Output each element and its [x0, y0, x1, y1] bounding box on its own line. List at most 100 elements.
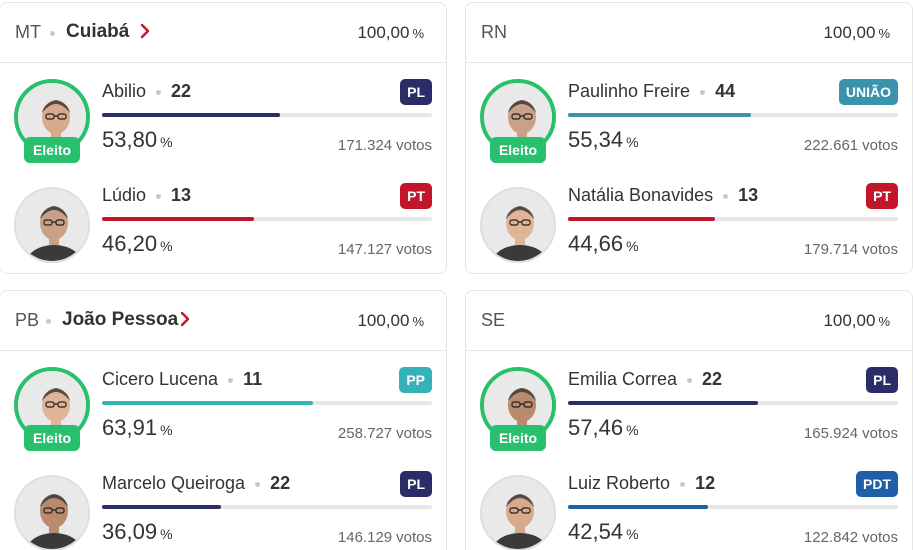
percent-unit: %	[626, 134, 639, 150]
vote-share-bar	[102, 113, 432, 117]
candidate-name-text: Lúdio	[102, 185, 147, 205]
separator-dot	[700, 89, 706, 95]
vote-percent-value: 36,09	[102, 519, 158, 544]
percent-unit: %	[412, 26, 424, 41]
elected-badge: Eleito	[490, 425, 546, 451]
candidate-name: Marcelo Queiroga 22	[102, 473, 290, 494]
vote-share-fill	[102, 401, 313, 405]
votes-label: votos	[862, 241, 898, 258]
vote-count-value: 171.324	[337, 137, 393, 154]
candidate-name-text: Abilio	[102, 81, 147, 101]
candidate-number: 13	[738, 185, 759, 205]
candidate-avatar: Eleito	[14, 367, 90, 451]
candidate-number: 12	[695, 473, 716, 493]
vote-count: 165.924 votos	[804, 425, 898, 442]
city-link[interactable]: João Pessoa	[62, 309, 178, 331]
vote-percent-value: 44,66	[568, 231, 624, 256]
candidate-number: 11	[243, 369, 263, 389]
party-badge: PP	[399, 367, 432, 393]
total-percent-value: 100,00	[823, 23, 876, 42]
vote-count: 222.661 votos	[804, 137, 898, 154]
card-header[interactable]: RNNatal100,00%	[466, 3, 912, 63]
vote-share-bar	[568, 401, 898, 405]
vote-percent: 57,46%	[568, 415, 639, 441]
card-header[interactable]: PB João Pessoa 100,00%	[0, 291, 446, 351]
percent-unit: %	[878, 26, 890, 41]
vote-share-bar	[568, 113, 898, 117]
candidate-photo	[480, 475, 556, 550]
candidate-photo	[14, 475, 90, 550]
state-abbr: PB	[15, 310, 40, 330]
card-header[interactable]: SEAracaju100,00%	[466, 291, 912, 351]
candidate-avatar	[480, 475, 556, 550]
city-link[interactable]: Cuiabá	[66, 21, 129, 43]
vote-percent-value: 46,20	[102, 231, 158, 256]
vote-count-value: 165.924	[803, 425, 859, 442]
votes-label: votos	[396, 425, 432, 442]
candidate-name: Abilio 22	[102, 81, 191, 102]
vote-share-fill	[568, 217, 716, 221]
party-badge: UNIÃO	[838, 79, 898, 105]
vote-count: 179.714 votos	[804, 241, 898, 258]
percent-unit: %	[160, 422, 173, 438]
party-badge: PL	[400, 471, 432, 497]
separator-dot	[255, 481, 261, 487]
party-badge: PDT	[856, 471, 898, 497]
elected-badge: Eleito	[24, 137, 80, 163]
total-percent-value: 100,00	[823, 311, 876, 330]
candidate-name-text: Marcelo Queiroga	[102, 473, 246, 493]
vote-count: 171.324 votos	[338, 137, 432, 154]
separator-dot	[723, 193, 729, 199]
vote-percent-value: 42,54	[568, 519, 624, 544]
votes-label: votos	[396, 241, 432, 258]
candidate-name-text: Luiz Roberto	[568, 473, 671, 493]
result-card-cuiaba: MT Cuiabá 100,00% Eleito Abilio 22 PL 53,80% 17…	[0, 2, 447, 274]
candidate-number: 22	[171, 81, 192, 101]
separator-dot	[156, 193, 162, 199]
candidate-row: Eleito Abilio 22 PL 53,80% 171.324 votos	[0, 67, 446, 171]
card-header[interactable]: MT Cuiabá 100,00%	[0, 3, 446, 63]
candidate-row: Luiz Roberto 12 PDT 42,54% 122.842 votos	[466, 459, 912, 550]
percent-unit: %	[160, 134, 173, 150]
candidate-row: Marcelo Queiroga 22 PL 36,09% 146.129 votos	[0, 459, 446, 550]
chevron-right-icon[interactable]	[180, 311, 190, 327]
candidate-row: Eleito Cicero Lucena 11 PP 63,91% 258.727 voto…	[0, 355, 446, 459]
party-badge: PL	[866, 367, 898, 393]
results-grid: MT Cuiabá 100,00% Eleito Abilio 22 PL 53,80% 17…	[0, 0, 913, 550]
candidate-name: Paulinho Freire 44	[568, 81, 735, 102]
vote-percent: 42,54%	[568, 519, 639, 545]
vote-share-bar	[102, 505, 432, 509]
vote-share-fill	[568, 505, 709, 509]
elected-badge: Eleito	[490, 137, 546, 163]
candidate-name: Emilia Correa 22	[568, 369, 722, 390]
vote-percent: 55,34%	[568, 127, 639, 153]
vote-percent-value: 57,46	[568, 415, 624, 440]
separator-dot	[680, 481, 686, 487]
candidate-row: Eleito Emilia Correa 22 PL 57,46% 165.924 voto…	[466, 355, 912, 459]
total-counted-percent: 100,00%	[823, 311, 890, 331]
vote-percent: 53,80%	[102, 127, 173, 153]
percent-unit: %	[626, 238, 639, 254]
candidate-name-text: Paulinho Freire	[568, 81, 691, 101]
total-counted-percent: 100,00%	[823, 23, 890, 43]
separator-dot	[156, 89, 162, 95]
vote-count-value: 146.129	[337, 529, 393, 546]
candidate-avatar	[14, 187, 90, 263]
vote-count-value: 147.127	[337, 241, 393, 258]
chevron-right-icon[interactable]	[140, 23, 150, 39]
total-percent-value: 100,00	[357, 23, 410, 42]
result-card-joao-pessoa: PB João Pessoa 100,00% Eleito Cicero Lucena…	[0, 290, 447, 550]
candidate-avatar	[480, 187, 556, 263]
candidate-number: 13	[171, 185, 192, 205]
vote-share-fill	[102, 113, 280, 117]
state-abbr: RN	[481, 22, 507, 42]
vote-share-bar	[568, 217, 898, 221]
votes-label: votos	[862, 137, 898, 154]
candidate-row: Natália Bonavides 13 PT 44,66% 179.714 votos	[466, 171, 912, 273]
candidate-avatar: Eleito	[480, 79, 556, 163]
separator-dot	[228, 377, 234, 383]
candidate-number: 44	[715, 81, 736, 101]
party-badge: PL	[400, 79, 432, 105]
vote-share-fill	[568, 401, 758, 405]
vote-percent-value: 63,91	[102, 415, 158, 440]
